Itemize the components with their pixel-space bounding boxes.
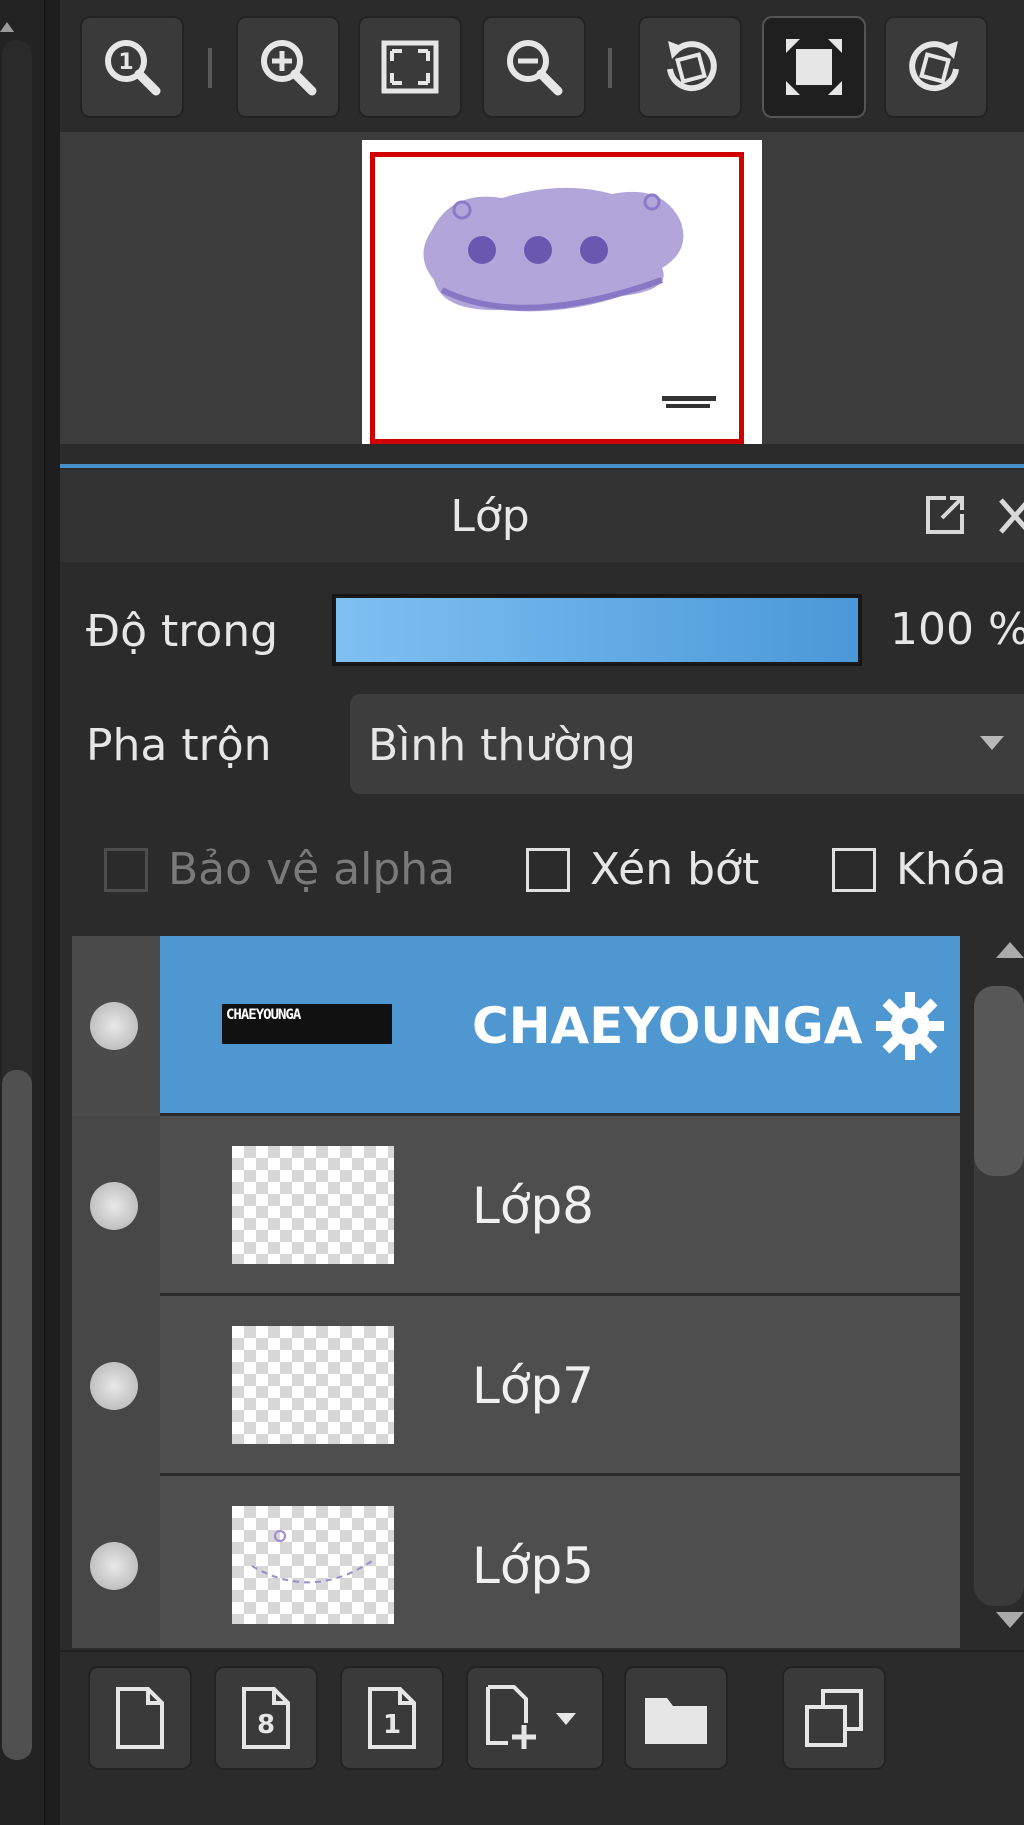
layer-panel-header: Lớp: [60, 470, 1024, 562]
new-8bit-layer-icon: 8: [242, 1687, 290, 1749]
layer-name: CHAEYOUNGA: [472, 997, 863, 1055]
rotate-right-icon: [909, 41, 959, 92]
layer-list-scrollbar[interactable]: [964, 936, 1024, 1648]
toolbar-separator: [208, 48, 212, 88]
folder-icon: [645, 1698, 707, 1744]
scroll-up-arrow-icon[interactable]: [0, 22, 14, 32]
duplicate-layer-button[interactable]: [782, 1666, 886, 1770]
layer-list: CHAEYOUNGA CHAEYOUNGA Lớp8 Lớp7 Lớp5: [72, 936, 960, 1648]
left-scrollbar-thumb[interactable]: [2, 1070, 32, 1760]
rotate-left-icon: [667, 41, 717, 92]
add-layer-menu-icon: [486, 1685, 576, 1749]
opacity-slider-fill: [336, 598, 858, 662]
float-panel-icon[interactable]: [920, 490, 970, 540]
visibility-column: [72, 936, 160, 1116]
new-layer-icon: [116, 1687, 164, 1749]
blend-mode-value: Bình thường: [368, 720, 636, 771]
clipping-checkbox[interactable]: Xén bớt: [526, 844, 759, 895]
opacity-slider[interactable]: [332, 594, 862, 666]
visibility-toggle-icon[interactable]: [90, 1542, 138, 1590]
scroll-up-arrow-icon[interactable]: [996, 942, 1024, 958]
fullscreen-button[interactable]: [762, 16, 866, 118]
actual-size-button[interactable]: 1: [80, 16, 184, 118]
zoom-out-icon: [507, 40, 563, 96]
chevron-down-icon: [980, 736, 1004, 750]
zoom-in-icon: [261, 40, 317, 96]
svg-text:1: 1: [383, 1710, 401, 1740]
blend-mode-select[interactable]: Bình thường: [350, 694, 1024, 794]
layer-row[interactable]: Lớp7: [72, 1296, 960, 1476]
left-scrollbar[interactable]: [2, 40, 32, 1760]
gear-icon[interactable]: [872, 988, 948, 1064]
layer-name: Lớp7: [472, 1357, 594, 1415]
layer-options-row: Bảo vệ alpha Xén bớt Khóa: [60, 836, 1024, 906]
new-8bit-layer-button[interactable]: 8: [214, 1666, 318, 1770]
toolbar-separator: [608, 48, 612, 88]
rotate-right-button[interactable]: [884, 16, 988, 118]
layer-thumbnail: CHAEYOUNGA: [222, 1004, 392, 1044]
opacity-row: Độ trong 100 %: [60, 590, 1024, 674]
visibility-toggle-icon[interactable]: [90, 1362, 138, 1410]
left-rail: [0, 0, 45, 1825]
rotate-left-button[interactable]: [638, 16, 742, 118]
new-1bit-layer-button[interactable]: 1: [340, 1666, 444, 1770]
layer-name: Lớp5: [472, 1537, 594, 1595]
opacity-value: 100 %: [890, 604, 1024, 655]
layer-panel-title: Lớp: [450, 490, 530, 542]
checkbox-box[interactable]: [832, 847, 876, 892]
visibility-column: [72, 1296, 160, 1476]
zoom-out-button[interactable]: [482, 16, 586, 118]
checkbox-label: Khóa: [896, 844, 1007, 895]
svg-text:1: 1: [118, 50, 133, 75]
blend-label: Pha trộn: [86, 720, 272, 771]
layer-thumbnail: [232, 1326, 394, 1444]
checkbox-box[interactable]: [104, 847, 148, 892]
navigator-preview[interactable]: [60, 132, 1024, 444]
visibility-toggle-icon[interactable]: [90, 1182, 138, 1230]
layer-thumbnail: [232, 1146, 394, 1264]
visibility-column: [72, 1116, 160, 1296]
lock-checkbox[interactable]: Khóa: [832, 844, 1007, 895]
right-panel: 1 Lớp Độ trong 100 % Pha trộn Bình thườn…: [60, 0, 1024, 1825]
new-folder-button[interactable]: [624, 1666, 728, 1770]
viewport-frame[interactable]: [370, 152, 744, 444]
close-icon[interactable]: [995, 494, 1024, 538]
new-layer-button[interactable]: [88, 1666, 192, 1770]
layer-thumbnail-sketch: [251, 1530, 373, 1584]
scroll-down-arrow-icon[interactable]: [996, 1612, 1024, 1628]
fullscreen-icon: [786, 39, 842, 95]
layer-bottom-toolbar: 8 1: [60, 1650, 1024, 1782]
scrollbar-thumb[interactable]: [974, 986, 1024, 1176]
add-layer-menu-button[interactable]: [466, 1666, 604, 1770]
protect-alpha-checkbox[interactable]: Bảo vệ alpha: [104, 844, 455, 895]
layer-thumbnail: [232, 1506, 394, 1624]
layer-name: Lớp8: [472, 1177, 594, 1235]
checkbox-label: Xén bớt: [590, 844, 760, 895]
zoom-in-button[interactable]: [236, 16, 340, 118]
visibility-toggle-icon[interactable]: [90, 1002, 138, 1050]
new-1bit-layer-icon: 1: [368, 1687, 416, 1749]
blend-row: Pha trộn Bình thường: [60, 694, 1024, 794]
fit-screen-icon: [381, 40, 439, 94]
visibility-column: [72, 1476, 160, 1648]
panel-divider[interactable]: [60, 464, 1024, 468]
svg-text:8: 8: [257, 1710, 275, 1740]
actual-size-icon: 1: [105, 40, 161, 96]
duplicate-layer-icon: [805, 1689, 863, 1747]
canvas-thumbnail: [362, 140, 762, 444]
layer-row[interactable]: CHAEYOUNGA CHAEYOUNGA: [72, 936, 960, 1116]
checkbox-box[interactable]: [526, 847, 570, 892]
opacity-label: Độ trong: [86, 606, 279, 657]
navigator-toolbar: 1: [60, 0, 1024, 132]
checkbox-label: Bảo vệ alpha: [168, 844, 456, 895]
layer-row[interactable]: Lớp5: [72, 1476, 960, 1648]
fit-screen-button[interactable]: [358, 16, 462, 118]
layer-row[interactable]: Lớp8: [72, 1116, 960, 1296]
